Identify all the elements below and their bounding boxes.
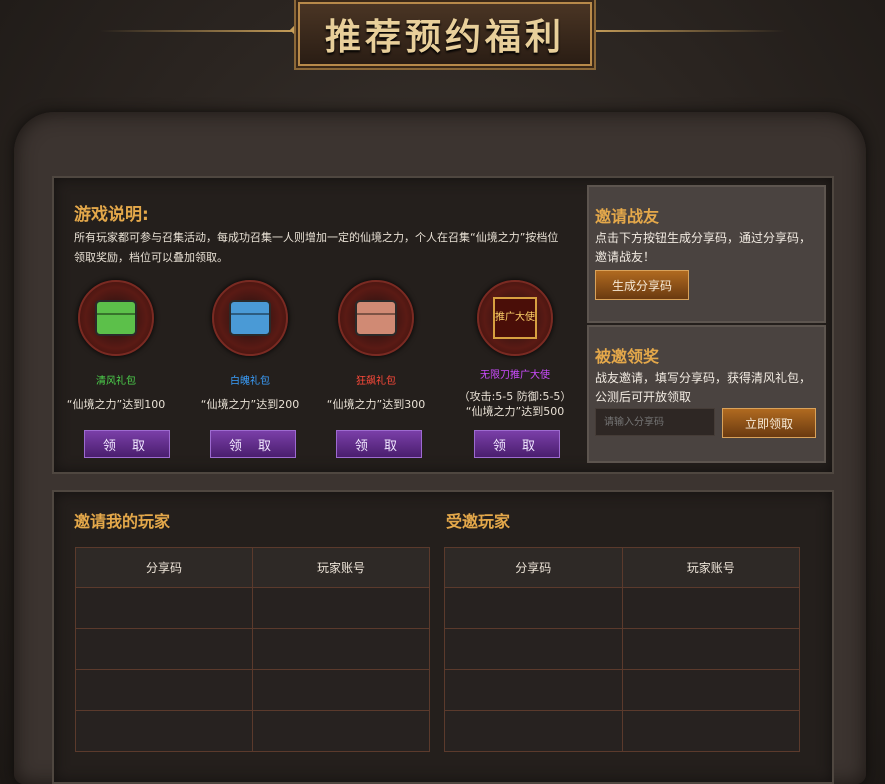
inviters-table: 分享码 玩家账号 bbox=[75, 547, 430, 752]
table-row bbox=[444, 628, 800, 670]
reward-emblem bbox=[338, 280, 414, 356]
table-cell bbox=[444, 710, 623, 752]
page-title: 推荐预约福利 bbox=[324, 16, 565, 58]
column-header-share-code: 分享码 bbox=[444, 547, 623, 588]
claim-button[interactable]: 领 取 bbox=[84, 430, 170, 458]
title-plate: 推荐预约福利 bbox=[298, 2, 592, 66]
game-info-description: 所有玩家都可参与召集活动，每成功召集一人则增加一定的仙境之力，个人在召集“仙境之… bbox=[74, 231, 559, 264]
table-cell bbox=[75, 710, 253, 752]
table-cell bbox=[252, 669, 430, 711]
reward-requirement: “仙境之力”达到200 bbox=[200, 398, 300, 411]
chest-icon bbox=[355, 300, 397, 336]
table-row bbox=[75, 628, 430, 670]
reward-name: 无限刀推广大使 bbox=[480, 370, 550, 381]
column-header-account: 玩家账号 bbox=[621, 547, 800, 588]
invite-friends-box: 邀请战友 点击下方按钮生成分享码，通过分享码，邀请战友！ bbox=[587, 185, 826, 323]
reward-requirement: “仙境之力”达到100 bbox=[66, 398, 166, 411]
inviters-title: 邀请我的玩家 bbox=[74, 512, 171, 531]
reward-name: 狂飙礼包 bbox=[356, 376, 396, 387]
invite-title: 邀请战友 bbox=[595, 207, 660, 226]
chest-icon bbox=[229, 300, 271, 336]
table-cell bbox=[252, 710, 430, 752]
game-info-title: 游戏说明: bbox=[74, 205, 149, 225]
claim-now-button[interactable]: 立即领取 bbox=[722, 408, 816, 438]
invitees-table: 分享码 玩家账号 bbox=[444, 547, 800, 752]
table-cell bbox=[621, 628, 800, 670]
table-header-row: 分享码 玩家账号 bbox=[444, 547, 800, 588]
invited-text: 战友邀请，填写分享码，获得清风礼包，公测后可开放领取 bbox=[595, 371, 812, 404]
header-divider-left bbox=[100, 30, 300, 32]
reward-emblem bbox=[78, 280, 154, 356]
invite-text: 点击下方按钮生成分享码，通过分享码，邀请战友！ bbox=[595, 231, 812, 264]
reward-requirement: （攻击:5-5 防御:5-5） bbox=[458, 390, 572, 403]
table-cell bbox=[621, 710, 800, 752]
page-header: 推荐预约福利 bbox=[0, 0, 885, 70]
reward-item: 清风礼包 “仙境之力”达到100 bbox=[56, 280, 176, 412]
table-row bbox=[75, 710, 430, 752]
claim-button[interactable]: 领 取 bbox=[336, 430, 422, 458]
reward-requirement-2: “仙境之力”达到500 bbox=[465, 405, 565, 418]
reward-item: 推广大使 无限刀推广大使 （攻击:5-5 防御:5-5） “仙境之力”达到500 bbox=[452, 280, 578, 419]
table-cell bbox=[444, 587, 623, 629]
table-row bbox=[75, 587, 430, 629]
column-header-account: 玩家账号 bbox=[252, 547, 430, 588]
column-header-share-code: 分享码 bbox=[75, 547, 253, 588]
reward-emblem bbox=[212, 280, 288, 356]
table-header-row: 分享码 玩家账号 bbox=[75, 547, 430, 588]
table-cell bbox=[75, 587, 253, 629]
generate-share-code-button[interactable]: 生成分享码 bbox=[595, 270, 689, 300]
reward-item: 白魄礼包 “仙境之力”达到200 bbox=[190, 280, 310, 412]
table-cell bbox=[444, 669, 623, 711]
invited-title: 被邀领奖 bbox=[595, 347, 660, 366]
table-cell bbox=[444, 628, 623, 670]
table-row bbox=[444, 710, 800, 752]
claim-button[interactable]: 领 取 bbox=[474, 430, 560, 458]
reward-requirement: “仙境之力”达到300 bbox=[326, 398, 426, 411]
ambassador-badge-icon: 推广大使 bbox=[493, 297, 537, 339]
claim-button[interactable]: 领 取 bbox=[210, 430, 296, 458]
table-cell bbox=[252, 628, 430, 670]
reward-emblem: 推广大使 bbox=[477, 280, 553, 356]
table-cell bbox=[621, 669, 800, 711]
table-row bbox=[75, 669, 430, 711]
invitees-title: 受邀玩家 bbox=[446, 512, 511, 531]
reward-name: 清风礼包 bbox=[96, 376, 136, 387]
reward-name: 白魄礼包 bbox=[230, 376, 270, 387]
table-row bbox=[444, 669, 800, 711]
table-cell bbox=[75, 669, 253, 711]
invited-reward-box: 被邀领奖 战友邀请，填写分享码，获得清风礼包，公测后可开放领取 bbox=[587, 325, 826, 463]
chest-icon bbox=[95, 300, 137, 336]
header-divider-right bbox=[585, 30, 785, 32]
table-cell bbox=[75, 628, 253, 670]
table-cell bbox=[621, 587, 800, 629]
table-row bbox=[444, 587, 800, 629]
share-code-input[interactable] bbox=[595, 408, 715, 436]
reward-item: 狂飙礼包 “仙境之力”达到300 bbox=[316, 280, 436, 412]
table-cell bbox=[252, 587, 430, 629]
